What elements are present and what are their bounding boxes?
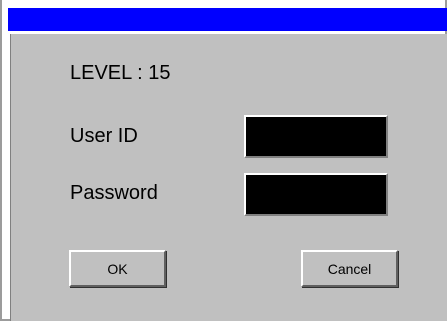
ok-button[interactable]: OK (69, 250, 166, 287)
user-id-label: User ID (70, 125, 138, 147)
ok-button-label: OK (107, 260, 128, 277)
dialog-client-area: LEVEL : 15 User ID Password OK Cancel (10, 34, 447, 321)
user-id-field[interactable] (244, 115, 388, 158)
password-field[interactable] (244, 173, 388, 216)
level-label: LEVEL : 15 (70, 62, 171, 84)
password-label: Password (70, 182, 158, 204)
login-dialog-window: LEVEL : 15 User ID Password OK Cancel (0, 0, 447, 321)
title-bar[interactable] (8, 8, 447, 31)
cancel-button[interactable]: Cancel (301, 250, 398, 287)
cancel-button-label: Cancel (327, 260, 372, 277)
